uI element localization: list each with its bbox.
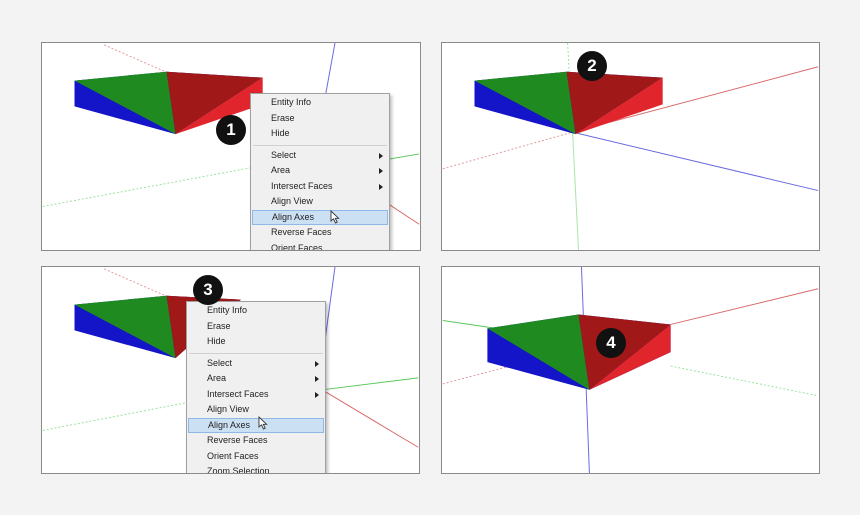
menu-item-label: Area bbox=[207, 373, 227, 383]
green-axis bbox=[572, 132, 579, 250]
menu-item-label: Select bbox=[271, 149, 297, 160]
green-axis-dotted bbox=[670, 365, 819, 397]
menu-item-entity-info[interactable]: Entity Info bbox=[187, 303, 325, 319]
context-menu[interactable]: Entity Info Erase Hide Select Area Inter… bbox=[186, 301, 326, 473]
menu-item-label: Area bbox=[271, 165, 291, 175]
submenu-arrow-icon bbox=[315, 360, 319, 367]
blue-axis bbox=[572, 131, 819, 192]
menu-item-hide[interactable]: Hide bbox=[187, 334, 325, 350]
menu-item-intersect-faces[interactable]: Intersect Faces bbox=[187, 387, 325, 403]
green-axis-dotted bbox=[42, 167, 251, 207]
menu-item-hide[interactable]: Hide bbox=[251, 126, 389, 142]
step-badge: 2 bbox=[577, 51, 607, 81]
menu-item-erase[interactable]: Erase bbox=[187, 319, 325, 335]
mouse-cursor-icon bbox=[258, 416, 268, 430]
mouse-cursor-icon bbox=[330, 210, 340, 224]
menu-item-select[interactable]: Select bbox=[251, 148, 389, 164]
menu-item-label: Intersect Faces bbox=[271, 180, 333, 191]
red-axis-dotted bbox=[442, 365, 511, 385]
menu-item-intersect-faces[interactable]: Intersect Faces bbox=[251, 179, 389, 195]
menu-item-label: Select bbox=[207, 357, 233, 368]
submenu-arrow-icon bbox=[379, 168, 383, 174]
red-axis-dotted bbox=[442, 131, 573, 170]
step-badge: 3 bbox=[193, 275, 223, 305]
submenu-arrow-icon bbox=[379, 152, 383, 159]
submenu-arrow-icon bbox=[379, 183, 383, 190]
submenu-arrow-icon bbox=[315, 391, 319, 398]
menu-item-erase[interactable]: Erase bbox=[251, 111, 389, 127]
menu-item-entity-info[interactable]: Entity Info bbox=[251, 95, 389, 111]
menu-item-zoom-selection[interactable]: Zoom Selection bbox=[187, 464, 325, 473]
menu-item-align-view[interactable]: Align View bbox=[187, 402, 325, 418]
viewport-panel-step-1[interactable]: Entity Info Erase Hide Select Area Inter… bbox=[41, 42, 421, 251]
red-axis bbox=[670, 288, 819, 325]
red-axis bbox=[321, 389, 419, 448]
viewport-panel-step-4[interactable]: 4 bbox=[441, 266, 820, 474]
viewport-panel-step-3[interactable]: Entity Info Erase Hide Select Area Inter… bbox=[41, 266, 420, 474]
green-axis bbox=[322, 377, 419, 391]
menu-item-reverse-faces[interactable]: Reverse Faces bbox=[187, 433, 325, 449]
model-scene[interactable] bbox=[442, 43, 819, 250]
menu-item-reverse-faces[interactable]: Reverse Faces bbox=[251, 225, 389, 241]
model-scene[interactable] bbox=[442, 267, 819, 473]
menu-item-area[interactable]: Area bbox=[187, 371, 325, 387]
menu-item-label: Intersect Faces bbox=[207, 388, 269, 399]
menu-item-align-axes[interactable]: Align Axes bbox=[188, 417, 324, 433]
menu-item-orient-faces[interactable]: Orient Faces bbox=[251, 241, 389, 251]
menu-item-orient-faces[interactable]: Orient Faces bbox=[187, 449, 325, 465]
menu-item-align-view[interactable]: Align View bbox=[251, 194, 389, 210]
submenu-arrow-icon bbox=[315, 376, 319, 382]
viewport-panel-step-2[interactable]: 2 bbox=[441, 42, 820, 251]
context-menu[interactable]: Entity Info Erase Hide Select Area Inter… bbox=[250, 93, 390, 251]
menu-item-area[interactable]: Area bbox=[251, 163, 389, 179]
green-axis-dotted bbox=[42, 401, 192, 431]
menu-item-select[interactable]: Select bbox=[187, 356, 325, 372]
step-badge: 1 bbox=[216, 115, 246, 145]
menu-separator bbox=[189, 352, 323, 354]
step-badge: 4 bbox=[596, 328, 626, 358]
menu-item-align-axes[interactable]: Align Axes bbox=[252, 209, 388, 225]
menu-separator bbox=[253, 144, 387, 146]
